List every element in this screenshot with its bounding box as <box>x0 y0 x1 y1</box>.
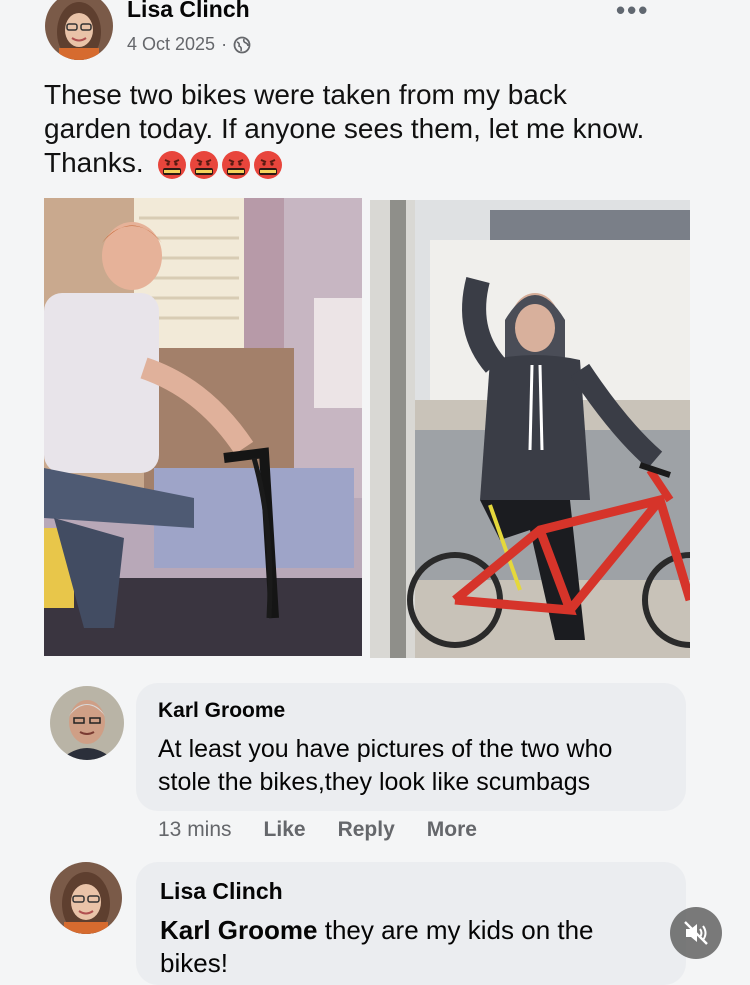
meta-separator: · <box>221 34 228 54</box>
comment-text: At least you have pictures of the two wh… <box>158 733 612 799</box>
post-text-line-2: garden today. If anyone sees them, let m… <box>44 113 645 144</box>
post-photo-left[interactable] <box>44 198 362 656</box>
mention-link[interactable]: Karl Groome <box>160 915 318 945</box>
post-photo-right[interactable] <box>370 200 690 658</box>
post-text-line-3: Thanks. <box>44 147 144 178</box>
commenter-avatar-karl[interactable] <box>50 686 124 760</box>
commenter-avatar-lisa[interactable] <box>50 862 122 934</box>
author-avatar[interactable] <box>45 0 113 60</box>
comment-bubble-2: Lisa Clinch Karl Groome they are my kids… <box>136 862 686 985</box>
comment-time[interactable]: 13 mins <box>158 818 232 842</box>
angry-swearing-face-emoji <box>253 150 283 180</box>
post-meta: 4 Oct 2025 · <box>127 34 251 55</box>
more-dots-icon[interactable]: ••• <box>616 0 660 24</box>
angry-swearing-face-emoji <box>221 150 251 180</box>
comment-author[interactable]: Karl Groome <box>158 699 285 723</box>
post-text-line-1: These two bikes were taken from my back <box>44 79 567 110</box>
author-name[interactable]: Lisa Clinch <box>127 0 250 23</box>
comment-bubble-1: Karl Groome At least you have pictures o… <box>136 683 686 811</box>
comment-text-line-1-wrap: Karl Groome they are my kids on the <box>160 914 594 947</box>
more-button[interactable]: More <box>427 818 477 842</box>
post-text: These two bikes were taken from my back … <box>44 78 714 180</box>
emoji-row <box>157 150 283 180</box>
comment-text-line-1: At least you have pictures of the two wh… <box>158 735 613 763</box>
comment-text-line-2: stole the bikes,they look like scumbags <box>158 768 591 796</box>
comment-author[interactable]: Lisa Clinch <box>160 878 283 905</box>
angry-swearing-face-emoji <box>157 150 187 180</box>
comment-text: Karl Groome they are my kids on the bike… <box>160 914 594 980</box>
post-header: Lisa Clinch 4 Oct 2025 · ••• <box>0 0 750 68</box>
speaker-muted-icon[interactable] <box>670 907 722 959</box>
comment-text-line-1: they are my kids on the <box>317 915 594 945</box>
comment-actions: 13 mins Like Reply More <box>158 818 477 842</box>
like-button[interactable]: Like <box>264 818 306 842</box>
globe-icon <box>233 36 251 54</box>
reply-button[interactable]: Reply <box>338 818 395 842</box>
angry-swearing-face-emoji <box>189 150 219 180</box>
post-text-line-3-wrap: Thanks. <box>44 146 714 180</box>
comment-text-line-2: bikes! <box>160 948 228 978</box>
post-date[interactable]: 4 Oct 2025 <box>127 34 215 55</box>
